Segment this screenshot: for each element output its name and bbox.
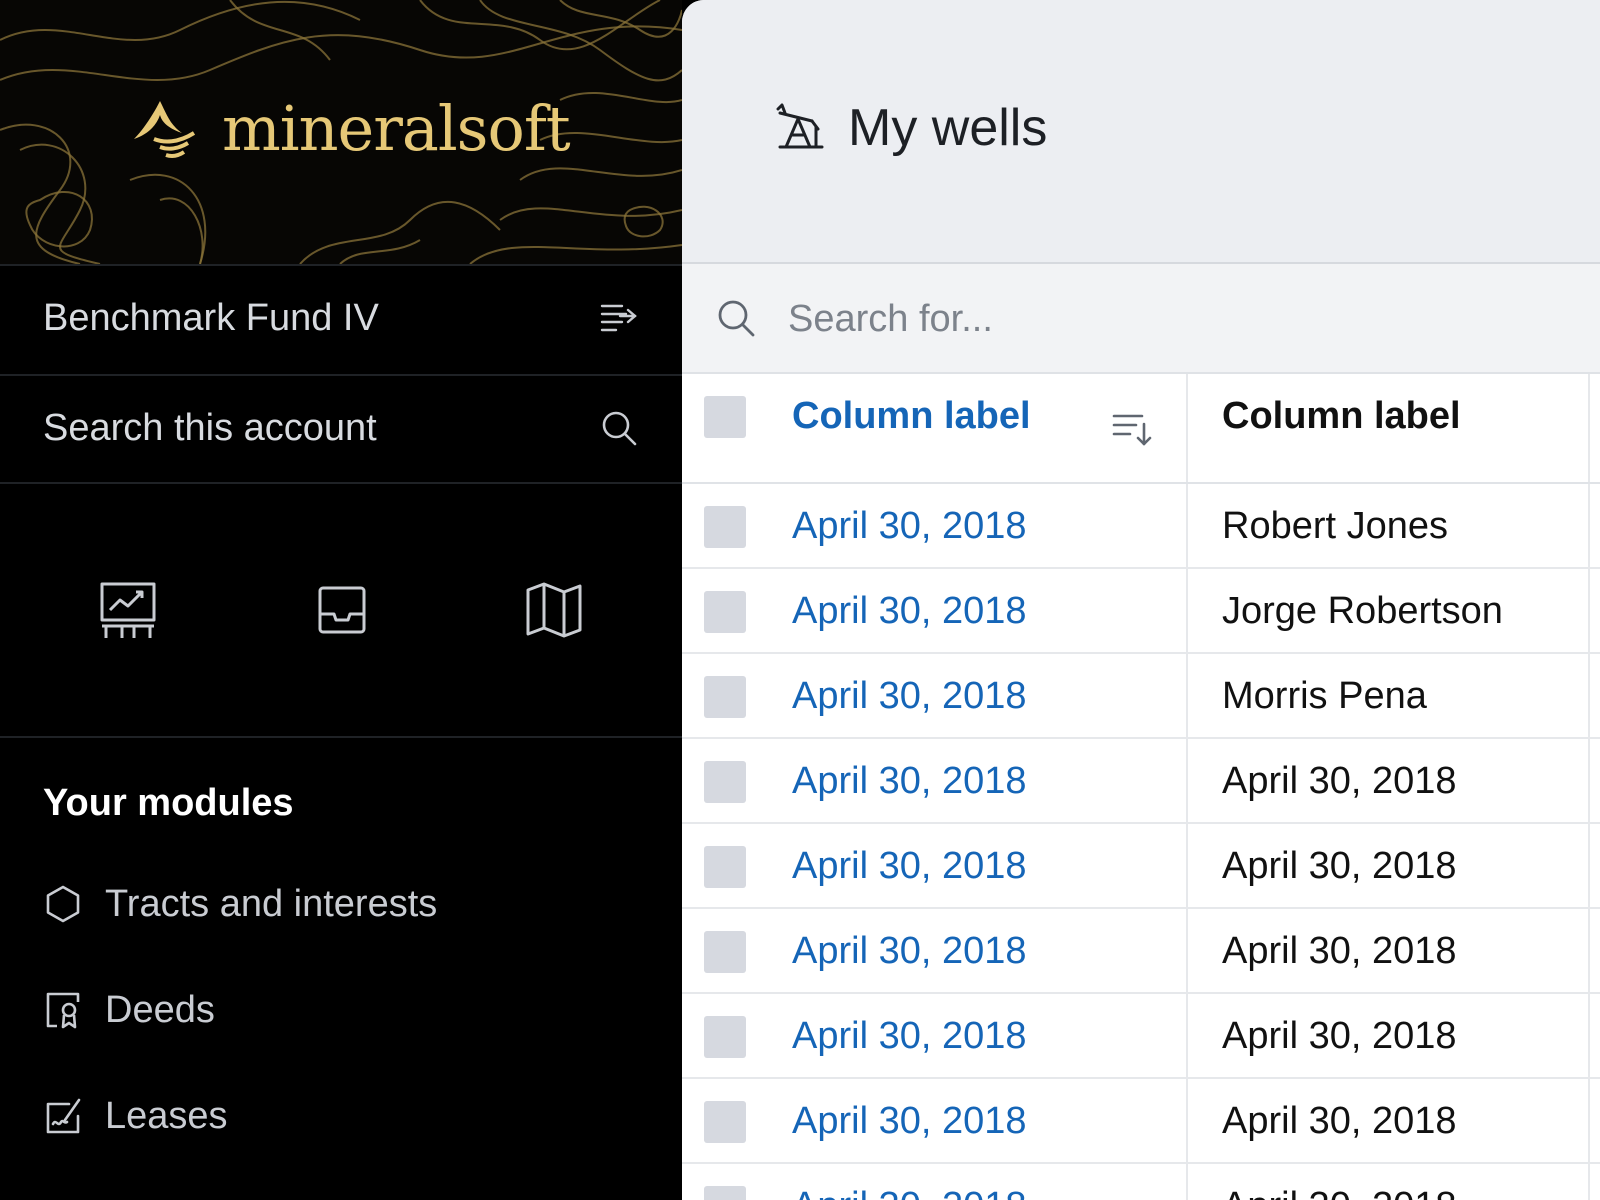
search-icon <box>718 300 755 337</box>
column-divider <box>1588 1079 1600 1162</box>
date-link[interactable]: April 30, 2018 <box>792 654 1027 738</box>
date-link[interactable]: April 30, 2018 <box>792 739 1027 823</box>
lease-signature-icon <box>46 1098 81 1134</box>
table-row[interactable]: April 30, 2018 Morris Pena <box>682 654 1600 739</box>
table-cell: Jorge Robertson <box>1186 569 1600 652</box>
inbox-tray-icon[interactable] <box>312 580 372 640</box>
row-checkbox[interactable] <box>704 506 746 548</box>
account-switcher[interactable]: Benchmark Fund IV <box>0 264 682 370</box>
cell-text: April 30, 2018 <box>1222 845 1457 887</box>
hexagon-icon <box>46 885 80 923</box>
select-all-checkbox[interactable] <box>704 396 746 438</box>
account-name: Benchmark Fund IV <box>43 297 379 339</box>
table-cell: April 30, 2018 <box>1186 909 1600 992</box>
table-body: April 30, 2018 Robert Jones April 30, 20… <box>682 484 1600 1200</box>
row-checkbox[interactable] <box>704 1186 746 1200</box>
account-search-input[interactable]: Search this account <box>43 376 377 480</box>
column-divider <box>1588 824 1600 907</box>
search-input[interactable] <box>786 290 1550 348</box>
map-icon[interactable] <box>524 580 584 640</box>
row-checkbox[interactable] <box>704 591 746 633</box>
column-divider <box>1588 994 1600 1077</box>
collapse-menu-icon[interactable] <box>600 299 638 337</box>
table-cell: April 30, 2018 <box>1186 739 1600 822</box>
module-deeds[interactable]: Deeds <box>43 980 215 1040</box>
cell-text: April 30, 2018 <box>1222 1164 1457 1200</box>
table-row[interactable]: April 30, 2018 April 30, 2018 <box>682 824 1600 909</box>
module-label: Tracts and interests <box>105 882 438 925</box>
column-divider <box>1588 654 1600 737</box>
module-tracts-and-interests[interactable]: Tracts and interests <box>43 874 437 934</box>
cell-text: April 30, 2018 <box>1222 930 1457 972</box>
mineralsoft-logo[interactable]: mineralsoft <box>130 92 571 165</box>
date-link[interactable]: April 30, 2018 <box>792 824 1027 908</box>
table-row[interactable]: April 30, 2018 April 30, 2018 <box>682 909 1600 994</box>
row-checkbox[interactable] <box>704 931 746 973</box>
cell-text: April 30, 2018 <box>1222 1100 1457 1142</box>
brand-name: mineralsoft <box>222 92 571 165</box>
module-leases[interactable]: Leases <box>43 1086 228 1146</box>
page-header: My wells <box>682 0 1600 264</box>
date-link[interactable]: April 30, 2018 <box>792 484 1027 568</box>
date-link[interactable]: April 30, 2018 <box>792 569 1027 653</box>
cell-text: April 30, 2018 <box>1222 760 1457 802</box>
account-search[interactable]: Search this account <box>0 374 682 480</box>
oil-pumpjack-icon <box>776 103 824 149</box>
row-checkbox[interactable] <box>704 676 746 718</box>
table-row[interactable]: April 30, 2018 April 30, 2018 <box>682 1079 1600 1164</box>
row-checkbox[interactable] <box>704 761 746 803</box>
wells-table: Column label Column label April 30, 2018… <box>682 374 1600 1200</box>
quick-actions <box>0 482 682 738</box>
row-checkbox[interactable] <box>704 846 746 888</box>
column-divider <box>1588 1164 1600 1200</box>
table-row[interactable]: April 30, 2018 Jorge Robertson <box>682 569 1600 654</box>
table-cell: April 30, 2018 <box>1186 1164 1600 1200</box>
dashboard-chart-icon[interactable] <box>98 580 158 640</box>
table-row[interactable]: April 30, 2018 Robert Jones <box>682 484 1600 569</box>
column-divider <box>1588 909 1600 992</box>
column-header-2-cell[interactable]: Column label <box>1186 374 1600 482</box>
table-row[interactable]: April 30, 2018 April 30, 2018 <box>682 1164 1600 1200</box>
brand-header: mineralsoft <box>0 0 682 264</box>
modules-heading: Your modules <box>43 782 294 824</box>
table-cell: April 30, 2018 <box>1186 824 1600 907</box>
table-header-row: Column label Column label <box>682 374 1600 484</box>
column-header-1[interactable]: Column label <box>792 374 1031 458</box>
page-title-text: My wells <box>848 99 1048 157</box>
date-link[interactable]: April 30, 2018 <box>792 1164 1027 1200</box>
sidebar: mineralsoft Benchmark Fund IV Search thi… <box>0 0 682 1200</box>
cell-text: Robert Jones <box>1222 505 1449 547</box>
row-checkbox[interactable] <box>704 1101 746 1143</box>
table-cell: April 30, 2018 <box>1186 994 1600 1077</box>
table-cell: April 30, 2018 <box>1186 1079 1600 1162</box>
table-row[interactable]: April 30, 2018 April 30, 2018 <box>682 739 1600 824</box>
deed-document-icon <box>46 992 80 1029</box>
column-header-2: Column label <box>1222 395 1461 437</box>
date-link[interactable]: April 30, 2018 <box>792 1079 1027 1163</box>
page-title: My wells <box>776 98 1047 158</box>
sort-descending-icon[interactable] <box>1112 412 1152 446</box>
module-label: Leases <box>105 1094 228 1137</box>
table-cell: Robert Jones <box>1186 484 1600 567</box>
cell-text: April 30, 2018 <box>1222 1015 1457 1057</box>
column-divider <box>1588 739 1600 822</box>
table-search <box>682 264 1600 374</box>
date-link[interactable]: April 30, 2018 <box>792 994 1027 1078</box>
table-cell: Morris Pena <box>1186 654 1600 737</box>
column-divider <box>1588 569 1600 652</box>
table-row[interactable]: April 30, 2018 April 30, 2018 <box>682 994 1600 1079</box>
mineralsoft-logo-mark <box>134 101 196 158</box>
search-icon[interactable] <box>600 409 638 447</box>
row-checkbox[interactable] <box>704 1016 746 1058</box>
main-panel: My wells Column label Column label <box>682 0 1600 1200</box>
module-label: Deeds <box>105 988 215 1031</box>
cell-text: Morris Pena <box>1222 675 1427 717</box>
cell-text: Jorge Robertson <box>1222 590 1503 632</box>
column-divider <box>1588 374 1600 482</box>
column-divider <box>1588 484 1600 567</box>
date-link[interactable]: April 30, 2018 <box>792 909 1027 993</box>
